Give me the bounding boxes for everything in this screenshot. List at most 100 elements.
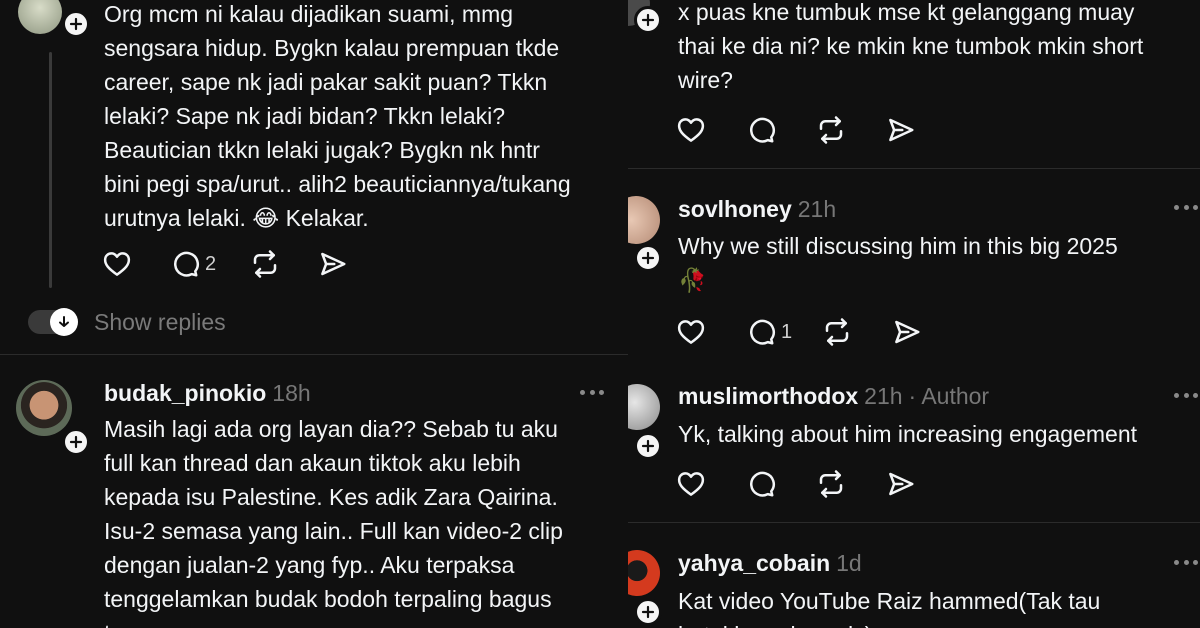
follow-plus-icon[interactable] <box>634 244 662 272</box>
speech-bubble-icon <box>746 469 776 499</box>
post-actions: 1 <box>676 315 922 349</box>
post-text-line: dengan jualan-2 yang fyp.. Aku terpaksa <box>104 552 515 578</box>
right-thread-panel: x puas kne tumbuk mse kt gelanggang muay… <box>628 0 1200 628</box>
post-text-line: thai ke dia ni? ke mkin kne tumbok mkin … <box>678 33 1144 59</box>
speech-bubble-icon <box>746 115 776 145</box>
more-dots-icon[interactable] <box>580 388 604 396</box>
post-text: Kat video YouTube Raiz hammed(Tak tau be… <box>678 584 1100 628</box>
username[interactable]: budak_pinokio 18h <box>104 380 311 407</box>
post-text-line: kepada isu Palestine. Kes adik Zara Qair… <box>104 484 558 510</box>
follow-plus-icon[interactable] <box>62 10 90 38</box>
avatar[interactable] <box>628 196 660 244</box>
post-text-line: Beautician tkkn lelaki jugak? Bygkn nk h… <box>104 137 540 163</box>
speech-bubble-icon <box>170 249 200 279</box>
post-text-line: wire? <box>678 67 733 93</box>
reply-button[interactable] <box>746 113 776 147</box>
post-text: Masih lagi ada org layan dia?? Sebab tu … <box>104 412 563 628</box>
post-text-line: career, sape nk jadi pakar sakit puan? T… <box>104 69 548 95</box>
show-replies-label: Show replies <box>94 308 226 335</box>
divider <box>628 522 1200 523</box>
arrow-down-icon <box>50 308 78 336</box>
share-button[interactable] <box>892 315 922 349</box>
avatar[interactable] <box>628 384 660 430</box>
post-text-line: tenggelamkan budak bodoh terpaling bagus <box>104 586 552 612</box>
more-dots-icon[interactable] <box>1174 203 1198 211</box>
post-text: Yk, talking about him increasing engagem… <box>678 417 1137 451</box>
left-thread-panel: Org mcm ni kalau dijadikan suami, mmg se… <box>0 0 628 628</box>
post-actions: 2 <box>102 247 348 281</box>
share-button[interactable] <box>886 467 916 501</box>
speech-bubble-icon <box>746 317 776 347</box>
reply-count: 1 <box>781 320 793 343</box>
reply-button[interactable]: 1 <box>746 315 792 349</box>
post-text-line: full kan thread dan akaun tiktok aku leb… <box>104 450 521 476</box>
toggle-switch[interactable] <box>28 308 80 336</box>
post-text-line: Masih lagi ada org layan dia?? Sebab tu … <box>104 416 558 442</box>
follow-plus-icon[interactable] <box>634 432 662 460</box>
post-text-line: Isu-2 semasa yang lain.. Full kan video-… <box>104 518 563 544</box>
show-replies-toggle[interactable]: Show replies <box>28 308 226 336</box>
post-text: Org mcm ni kalau dijadikan suami, mmg se… <box>104 0 571 235</box>
heart-icon <box>676 115 706 145</box>
username[interactable]: sovlhoney 21h <box>678 196 836 223</box>
timestamp: 1d <box>836 550 862 576</box>
divider <box>628 168 1200 169</box>
username[interactable]: muslimorthodox 21h · Author <box>678 383 989 410</box>
timestamp: 18h <box>272 380 311 406</box>
reply-button[interactable]: 2 <box>170 247 216 281</box>
post-text-line: tu... <box>104 616 563 628</box>
send-icon <box>318 249 348 279</box>
follow-plus-icon[interactable] <box>634 6 662 34</box>
post-text-line: bini pegi spa/urut.. alih2 beauticiannya… <box>104 171 571 197</box>
repost-icon <box>816 469 846 499</box>
author-badge: · Author <box>908 383 990 409</box>
post-text: Why we still discussing him in this big … <box>678 229 1118 297</box>
post-text: x puas kne tumbuk mse kt gelanggang muay… <box>678 0 1143 97</box>
repost-icon <box>816 115 846 145</box>
heart-icon <box>102 249 132 279</box>
heart-icon <box>676 317 706 347</box>
avatar[interactable] <box>16 380 72 436</box>
avatar[interactable] <box>18 0 62 34</box>
post-text-line: Why we still discussing him in this big … <box>678 233 1118 259</box>
post-text-line: sengsara hidup. Bygkn kalau prempuan tkd… <box>104 35 560 61</box>
heart-icon <box>676 469 706 499</box>
timestamp: 21h <box>797 196 837 222</box>
more-dots-icon[interactable] <box>1174 558 1198 566</box>
username[interactable]: yahya_cobain 1d <box>678 550 862 577</box>
thread-line <box>49 52 52 288</box>
like-button[interactable] <box>676 113 706 147</box>
follow-plus-icon[interactable] <box>634 598 662 626</box>
post-text-line: betul kan ejaan dy) ... <box>678 618 1100 628</box>
avatar[interactable] <box>628 550 660 596</box>
timestamp: 21h <box>864 383 903 409</box>
more-dots-icon[interactable] <box>1174 391 1198 399</box>
repost-button[interactable] <box>816 113 846 147</box>
share-button[interactable] <box>886 113 916 147</box>
post-text-line: lelaki? Sape nk jadi bidan? Tkkn lelaki? <box>104 103 506 129</box>
send-icon <box>886 115 916 145</box>
follow-plus-icon[interactable] <box>62 428 90 456</box>
reply-count: 2 <box>205 252 217 275</box>
post-text-line: Yk, talking about him increasing engagem… <box>678 421 1138 447</box>
send-icon <box>886 469 916 499</box>
like-button[interactable] <box>676 467 706 501</box>
post-text-line: Kat video YouTube Raiz hammed(Tak tau <box>678 588 1101 614</box>
repost-button[interactable] <box>822 315 852 349</box>
repost-button[interactable] <box>250 247 280 281</box>
post-actions <box>676 113 916 147</box>
repost-icon <box>822 317 852 347</box>
post-actions <box>676 467 916 501</box>
reply-button[interactable] <box>746 467 776 501</box>
post-text-line: 🥀 <box>678 267 707 293</box>
repost-icon <box>250 249 280 279</box>
like-button[interactable] <box>676 315 706 349</box>
post-text-line: x puas kne tumbuk mse kt gelanggang muay <box>678 0 1135 25</box>
divider <box>0 354 628 355</box>
send-icon <box>892 317 922 347</box>
post-text-line: urutnya lelaki. 😂 Kelakar. <box>104 205 369 231</box>
repost-button[interactable] <box>816 467 846 501</box>
like-button[interactable] <box>102 247 132 281</box>
share-button[interactable] <box>318 247 348 281</box>
post-text-line: Org mcm ni kalau dijadikan suami, mmg <box>104 1 514 27</box>
